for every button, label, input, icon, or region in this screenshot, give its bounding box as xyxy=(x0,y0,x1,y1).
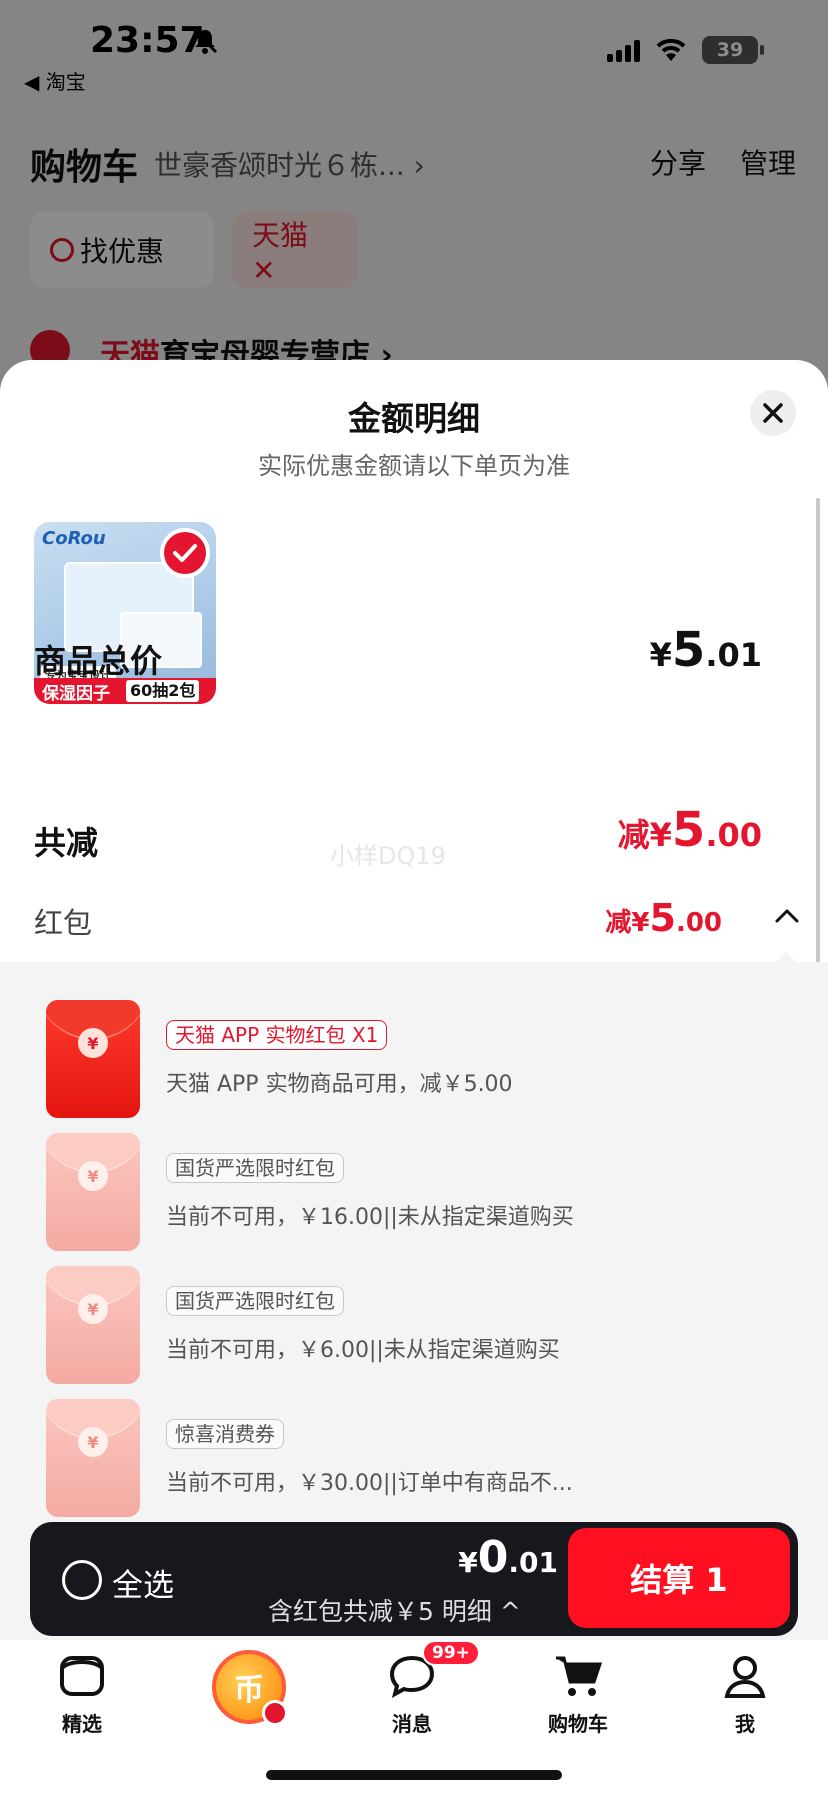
checkout-int: 0 xyxy=(477,1532,509,1583)
discount-prefix: 减 xyxy=(617,816,650,854)
red-envelope-icon: ¥ xyxy=(46,1000,140,1118)
tab-home-label: 精选 xyxy=(62,1712,102,1736)
tab-cart[interactable]: 购物车 xyxy=(518,1640,638,1737)
redpacket-tag: 国货严选限时红包 xyxy=(166,1153,344,1183)
tab-profile-label: 我 xyxy=(735,1712,755,1736)
checkout-dec: .01 xyxy=(508,1546,558,1579)
detail-link[interactable]: 明细 ^ xyxy=(442,1597,521,1626)
watermark: 小样DQ19 xyxy=(330,842,446,870)
total-price-value: ¥5.01 xyxy=(650,622,762,678)
total-currency: ¥ xyxy=(649,636,672,674)
saving-text: 含红包共减￥5 xyxy=(268,1597,434,1626)
redpacket-item[interactable]: ¥ 天猫 APP 实物红包 X1 天猫 APP 实物商品可用，减￥5.00 xyxy=(0,992,828,1122)
total-dec: .01 xyxy=(705,636,762,674)
checkout-currency: ¥ xyxy=(458,1546,478,1579)
discount-value: 减¥5.00 xyxy=(618,802,762,858)
product-band-right: 60抽2包 xyxy=(126,680,200,702)
redpacket-prefix: 减 xyxy=(605,908,632,938)
red-envelope-icon: ¥ xyxy=(46,1133,140,1251)
tab-home[interactable]: 精选 xyxy=(22,1640,142,1737)
discount-currency: ¥ xyxy=(649,816,672,854)
red-envelope-icon: ¥ xyxy=(46,1266,140,1384)
sheet-subtitle: 实际优惠金额请以下单页为准 xyxy=(258,452,570,480)
checkout-total: ¥0.01 xyxy=(458,1532,558,1583)
tab-cart-label: 购物车 xyxy=(548,1712,608,1736)
redpacket-tag: 国货严选限时红包 xyxy=(166,1286,344,1316)
redpacket-value[interactable]: 减¥5.00 xyxy=(605,896,722,940)
home-icon xyxy=(54,1648,110,1704)
redpacket-desc: 当前不可用，￥30.00||订单中有商品不... xyxy=(166,1471,573,1496)
redpacket-list-pointer xyxy=(776,952,796,962)
select-all-checkbox[interactable] xyxy=(62,1560,102,1600)
redpacket-item[interactable]: ¥ 国货严选限时红包 当前不可用，￥16.00||未从指定渠道购买 xyxy=(0,1125,828,1255)
redpacket-tag: 惊喜消费券 xyxy=(166,1419,284,1449)
redpacket-int: 5 xyxy=(649,896,676,940)
discount-dec: .00 xyxy=(705,816,762,854)
checkmark-icon xyxy=(173,544,197,562)
product-band-left: 保湿因子 xyxy=(42,683,110,704)
redpacket-desc: 天猫 APP 实物商品可用，减￥5.00 xyxy=(166,1072,513,1097)
checkout-bar: 全选 ¥0.01 含红包共减￥5 明细 ^ 结算 1 xyxy=(30,1522,798,1636)
close-button[interactable] xyxy=(750,390,796,436)
settle-button[interactable]: 结算 1 xyxy=(568,1528,790,1628)
redpacket-item[interactable]: ¥ 国货严选限时红包 当前不可用，￥6.00||未从指定渠道购买 xyxy=(0,1258,828,1388)
message-icon: 99+ xyxy=(384,1640,480,1704)
tab-messages-label: 消息 xyxy=(392,1712,432,1736)
tab-profile[interactable]: 我 xyxy=(685,1640,805,1737)
cart-icon xyxy=(550,1648,606,1704)
total-int: 5 xyxy=(671,622,706,678)
home-indicator[interactable] xyxy=(266,1770,562,1780)
discount-label: 共减 xyxy=(34,824,99,862)
redpacket-label: 红包 xyxy=(34,906,93,940)
chevron-up-icon[interactable] xyxy=(774,908,800,924)
checkout-saving: 含红包共减￥5 明细 ^ xyxy=(268,1592,521,1628)
redpacket-tag: 天猫 APP 实物红包 X1 xyxy=(166,1020,388,1050)
redpacket-currency: ¥ xyxy=(631,908,650,938)
select-all-label[interactable]: 全选 xyxy=(112,1560,174,1605)
product-selected-check[interactable] xyxy=(160,528,210,578)
tab-messages[interactable]: 99+ 消息 xyxy=(352,1640,480,1737)
product-brand-logo: CoRou xyxy=(42,528,106,549)
close-icon xyxy=(763,403,783,423)
total-price-label: 商品总价 xyxy=(34,642,163,680)
redpacket-dec: .00 xyxy=(675,908,722,938)
redpacket-desc: 当前不可用，￥6.00||未从指定渠道购买 xyxy=(166,1338,560,1363)
profile-icon xyxy=(717,1648,773,1704)
discount-int: 5 xyxy=(671,802,706,858)
red-envelope-icon: ¥ xyxy=(46,1399,140,1517)
message-badge: 99+ xyxy=(422,1640,480,1666)
redpacket-desc: 当前不可用，￥16.00||未从指定渠道购买 xyxy=(166,1205,574,1230)
redpacket-item[interactable]: ¥ 惊喜消费券 当前不可用，￥30.00||订单中有商品不... xyxy=(0,1391,828,1521)
sheet-title: 金额明细 xyxy=(348,399,480,438)
